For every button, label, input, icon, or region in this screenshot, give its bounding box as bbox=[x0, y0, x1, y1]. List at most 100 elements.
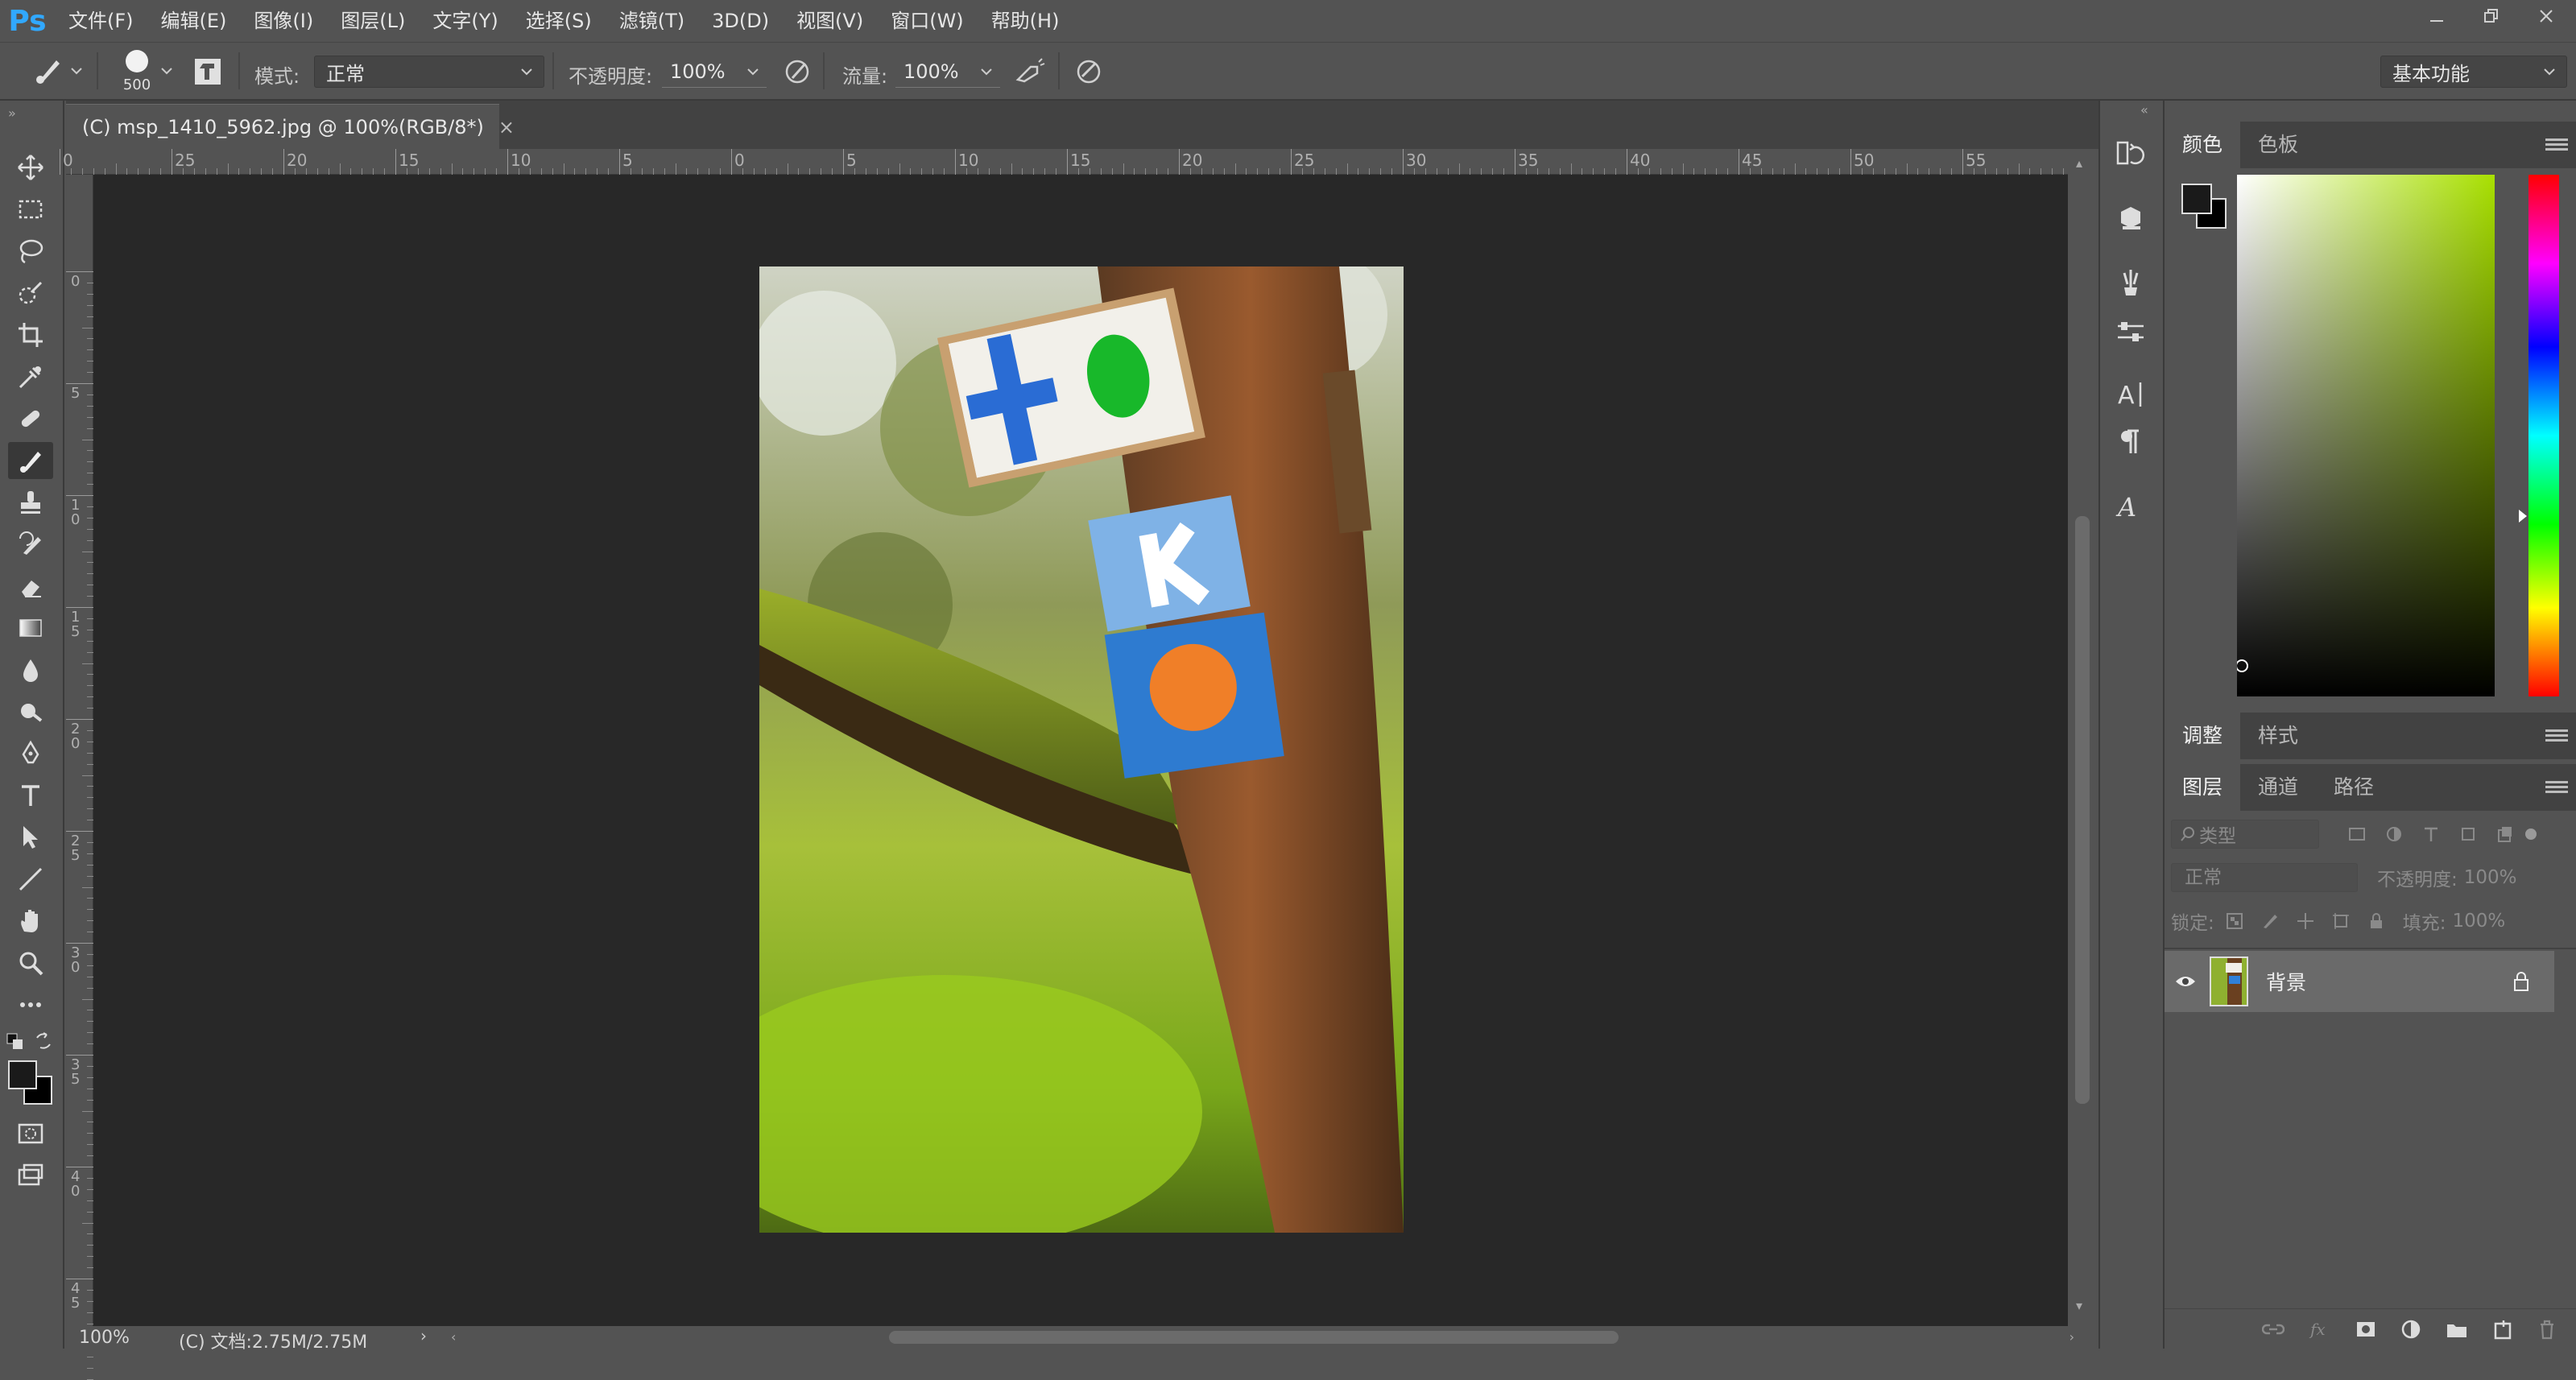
workspace-select[interactable]: 基本功能 bbox=[2380, 56, 2567, 88]
menu-image[interactable]: 图像(I) bbox=[240, 0, 327, 42]
type-tool-icon[interactable] bbox=[8, 777, 53, 814]
scroll-down-icon[interactable]: ▾ bbox=[2076, 1298, 2082, 1313]
add-mask-icon[interactable] bbox=[2355, 1320, 2376, 1339]
move-tool-icon[interactable] bbox=[8, 149, 53, 186]
layer-visibility-eye-icon[interactable] bbox=[2165, 973, 2206, 990]
brush-tool-button-icon[interactable] bbox=[8, 442, 53, 479]
menu-edit[interactable]: 编辑(E) bbox=[147, 0, 241, 42]
character-panel-icon[interactable]: A bbox=[2115, 378, 2147, 410]
brush-size-picker[interactable]: 500 bbox=[119, 48, 155, 96]
tab-paths[interactable]: 路径 bbox=[2316, 764, 2392, 811]
hue-slider[interactable] bbox=[2519, 175, 2559, 696]
adjustments-panel-menu-icon[interactable] bbox=[2545, 727, 2568, 743]
link-layers-icon[interactable] bbox=[2262, 1320, 2284, 1338]
minimize-button[interactable] bbox=[2415, 0, 2458, 32]
default-colors-icon[interactable] bbox=[6, 1033, 24, 1051]
crop-tool-icon[interactable] bbox=[8, 316, 53, 353]
tab-layers[interactable]: 图层 bbox=[2165, 764, 2241, 811]
opacity-input[interactable]: 100% bbox=[662, 56, 767, 88]
menu-select[interactable]: 选择(S) bbox=[512, 0, 606, 42]
menu-help[interactable]: 帮助(H) bbox=[978, 0, 1073, 42]
history-brush-tool-icon[interactable] bbox=[8, 526, 53, 563]
pressure-opacity-icon[interactable] bbox=[783, 57, 812, 86]
blur-tool-icon[interactable] bbox=[8, 651, 53, 688]
fill-value[interactable]: 100% bbox=[2453, 911, 2506, 932]
menu-file[interactable]: 文件(F) bbox=[55, 0, 147, 42]
pressure-size-icon[interactable] bbox=[1074, 57, 1103, 86]
clone-stamp-tool-icon[interactable] bbox=[8, 484, 53, 521]
layers-panel-menu-icon[interactable] bbox=[2545, 779, 2568, 795]
path-selection-tool-icon[interactable] bbox=[8, 819, 53, 856]
tab-swatches[interactable]: 色板 bbox=[2240, 122, 2316, 168]
layer-opacity-value[interactable]: 100% bbox=[2464, 867, 2517, 888]
eraser-tool-icon[interactable] bbox=[8, 568, 53, 605]
mode-select[interactable]: 正常 bbox=[314, 56, 544, 88]
menu-filter[interactable]: 滤镜(T) bbox=[606, 0, 698, 42]
menu-type[interactable]: 文字(Y) bbox=[419, 0, 511, 42]
filter-toggle[interactable] bbox=[2525, 828, 2537, 840]
filter-pixel-icon[interactable] bbox=[2348, 825, 2366, 843]
scroll-right-icon[interactable]: › bbox=[2069, 1329, 2074, 1345]
restore-button[interactable] bbox=[2470, 0, 2513, 32]
zoom-tool-icon[interactable] bbox=[8, 944, 53, 981]
menu-layer[interactable]: 图层(L) bbox=[327, 0, 419, 42]
line-tool-icon[interactable] bbox=[8, 861, 53, 898]
delete-layer-icon[interactable] bbox=[2537, 1319, 2557, 1340]
lock-position-icon[interactable] bbox=[2297, 912, 2314, 930]
new-group-icon[interactable] bbox=[2446, 1320, 2468, 1339]
layer-lock-icon[interactable] bbox=[2512, 971, 2530, 992]
quick-mask-icon[interactable] bbox=[8, 1115, 53, 1152]
healing-brush-tool-icon[interactable] bbox=[8, 400, 53, 437]
lock-pixels-icon[interactable] bbox=[2261, 912, 2279, 930]
color-picker-field[interactable] bbox=[2237, 175, 2495, 696]
quick-selection-tool-icon[interactable] bbox=[8, 275, 53, 312]
tab-channels[interactable]: 通道 bbox=[2240, 764, 2316, 811]
brush-picker-chevron-icon[interactable] bbox=[161, 67, 172, 75]
filter-type-icon[interactable] bbox=[2422, 825, 2440, 843]
menu-view[interactable]: 视图(V) bbox=[783, 0, 877, 42]
layer-row-background[interactable]: 背景 bbox=[2165, 951, 2554, 1012]
eyedropper-tool-icon[interactable] bbox=[8, 358, 53, 395]
marquee-tool-icon[interactable] bbox=[8, 191, 53, 228]
filter-shape-icon[interactable] bbox=[2459, 825, 2477, 843]
tab-adjustments[interactable]: 调整 bbox=[2165, 713, 2241, 759]
panel-color-swatches[interactable] bbox=[2179, 181, 2229, 231]
color-swatches[interactable] bbox=[6, 1059, 55, 1107]
flow-input[interactable]: 100% bbox=[895, 56, 1000, 88]
3d-panel-icon[interactable] bbox=[2115, 202, 2147, 234]
airbrush-icon[interactable] bbox=[1013, 57, 1045, 86]
blend-mode-select[interactable]: 正常 bbox=[2171, 863, 2358, 892]
new-adjustment-layer-icon[interactable] bbox=[2400, 1319, 2421, 1340]
horizontal-scroll-thumb[interactable] bbox=[889, 1331, 1619, 1344]
paragraph-panel-icon[interactable] bbox=[2115, 426, 2147, 458]
gradient-tool-icon[interactable] bbox=[8, 609, 53, 647]
new-layer-icon[interactable] bbox=[2492, 1319, 2513, 1340]
adjustments-sliders-icon[interactable] bbox=[2115, 316, 2147, 349]
layer-style-fx-icon[interactable]: fx bbox=[2309, 1320, 2331, 1339]
dodge-tool-icon[interactable] bbox=[8, 693, 53, 730]
filter-smart-object-icon[interactable] bbox=[2496, 825, 2514, 843]
brush-panel-toggle-icon[interactable] bbox=[193, 57, 222, 86]
close-button[interactable] bbox=[2524, 0, 2568, 32]
close-document-icon[interactable]: × bbox=[498, 116, 515, 138]
screen-mode-icon[interactable] bbox=[8, 1157, 53, 1194]
tool-preset-chevron-icon[interactable] bbox=[71, 67, 82, 75]
brush-tool-icon[interactable] bbox=[32, 54, 64, 86]
menu-3d[interactable]: 3D(D) bbox=[698, 0, 783, 42]
color-panel-menu-icon[interactable] bbox=[2545, 136, 2568, 152]
vertical-scroll-thumb[interactable] bbox=[2075, 516, 2090, 1104]
more-tools-icon[interactable] bbox=[8, 986, 53, 1023]
lock-artboard-icon[interactable] bbox=[2332, 912, 2350, 930]
lock-all-icon[interactable] bbox=[2367, 912, 2385, 930]
filter-adjustment-icon[interactable] bbox=[2385, 825, 2403, 843]
zoom-level[interactable]: 100% bbox=[79, 1328, 130, 1348]
expand-panels-icon[interactable]: « bbox=[2140, 102, 2148, 118]
scroll-up-icon[interactable]: ▴ bbox=[2076, 155, 2082, 171]
swap-colors-icon[interactable] bbox=[34, 1031, 53, 1051]
lock-transparent-icon[interactable] bbox=[2226, 912, 2243, 930]
history-panel-icon[interactable] bbox=[2115, 138, 2147, 170]
vertical-scrollbar[interactable]: ▴ ▾ bbox=[2068, 149, 2098, 1326]
collapse-tools-icon[interactable]: » bbox=[8, 105, 16, 121]
document-tab[interactable]: (C) msp_1410_5962.jpg @ 100%(RGB/8*) × bbox=[66, 104, 515, 149]
pen-tool-icon[interactable] bbox=[8, 735, 53, 772]
